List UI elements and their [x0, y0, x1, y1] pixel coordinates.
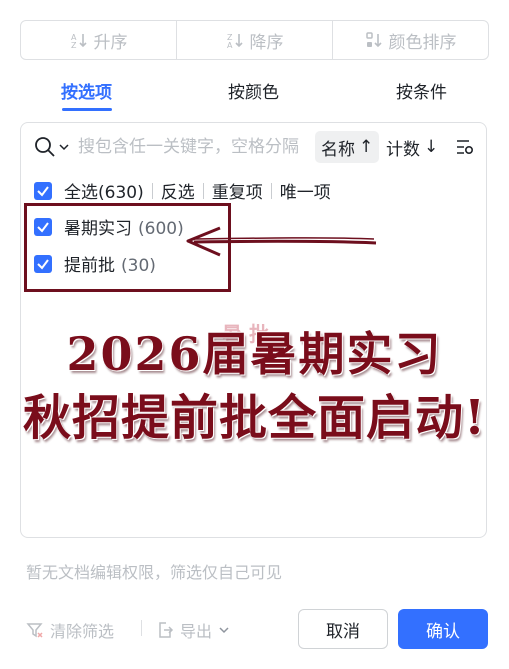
annotation-subheadline: 秋招提前批全面启动! [22, 390, 487, 446]
export-button[interactable]: 导出 [156, 618, 230, 642]
divider [151, 182, 153, 199]
arrow-up-icon: ↑ [359, 137, 374, 157]
divider [202, 182, 204, 199]
color-sort-button[interactable]: 颜色排序 [333, 21, 488, 59]
arrow-down-icon: ↓ [424, 137, 439, 157]
select-all-label[interactable]: 全选(630) [64, 178, 144, 203]
color-sort-label: 颜色排序 [388, 32, 457, 53]
divider [141, 620, 142, 636]
cancel-button[interactable]: 取消 [298, 609, 388, 649]
export-label: 导出 [180, 622, 213, 641]
sort-ascending-label: 升序 [93, 32, 128, 53]
chevron-down-icon[interactable] [58, 141, 70, 153]
permission-notice: 暂无文档编辑权限，筛选仅自己可见 [26, 563, 283, 582]
clear-filter-button[interactable]: 清除筛选 [26, 618, 114, 642]
active-tab-indicator [62, 108, 112, 111]
sort-ascending-button[interactable]: A Z 升序 [21, 21, 177, 59]
chevron-down-icon [219, 627, 229, 634]
select-all-row: 全选(630) 反选 重复项 唯一项 [34, 178, 331, 203]
tab-by-color[interactable]: 按颜色 [228, 78, 279, 103]
svg-text:A: A [227, 41, 233, 49]
checkmark-icon [37, 185, 49, 197]
search-input[interactable] [78, 132, 308, 162]
sort-ascending-icon: A Z [71, 33, 87, 49]
svg-text:Z: Z [71, 41, 77, 49]
sort-descending-label: 降序 [249, 32, 284, 53]
confirm-button[interactable]: 确认 [398, 609, 488, 649]
count-sort-label: 计数 [386, 139, 420, 160]
clear-filter-icon [26, 623, 43, 638]
tab-by-option[interactable]: 按选项 [61, 78, 112, 103]
clear-filter-label: 清除筛选 [50, 622, 115, 641]
name-sort-toggle[interactable]: 名称 ↑ [315, 131, 380, 163]
sort-descending-button[interactable]: Z A 降序 [177, 21, 333, 59]
unique-link[interactable]: 唯一项 [280, 178, 331, 203]
annotation-headline: 2026届暑期实习 [66, 327, 443, 381]
duplicates-link[interactable]: 重复项 [212, 178, 263, 203]
export-icon [159, 622, 174, 638]
name-sort-label: 名称 [321, 139, 355, 160]
invert-selection-link[interactable]: 反选 [161, 178, 195, 203]
search-icon[interactable] [34, 136, 56, 158]
sort-button-group: A Z 升序 Z A 降序 颜色排序 [20, 20, 489, 60]
count-sort-toggle[interactable]: 计数 ↓ [386, 131, 438, 163]
filter-settings-icon[interactable] [455, 137, 475, 157]
sort-descending-icon: Z A [227, 33, 243, 49]
divider [270, 182, 272, 199]
annotation-arrow-icon [186, 226, 377, 257]
tab-by-condition[interactable]: 按条件 [396, 78, 447, 103]
select-all-checkbox[interactable] [34, 181, 52, 200]
color-sort-icon [365, 32, 382, 48]
